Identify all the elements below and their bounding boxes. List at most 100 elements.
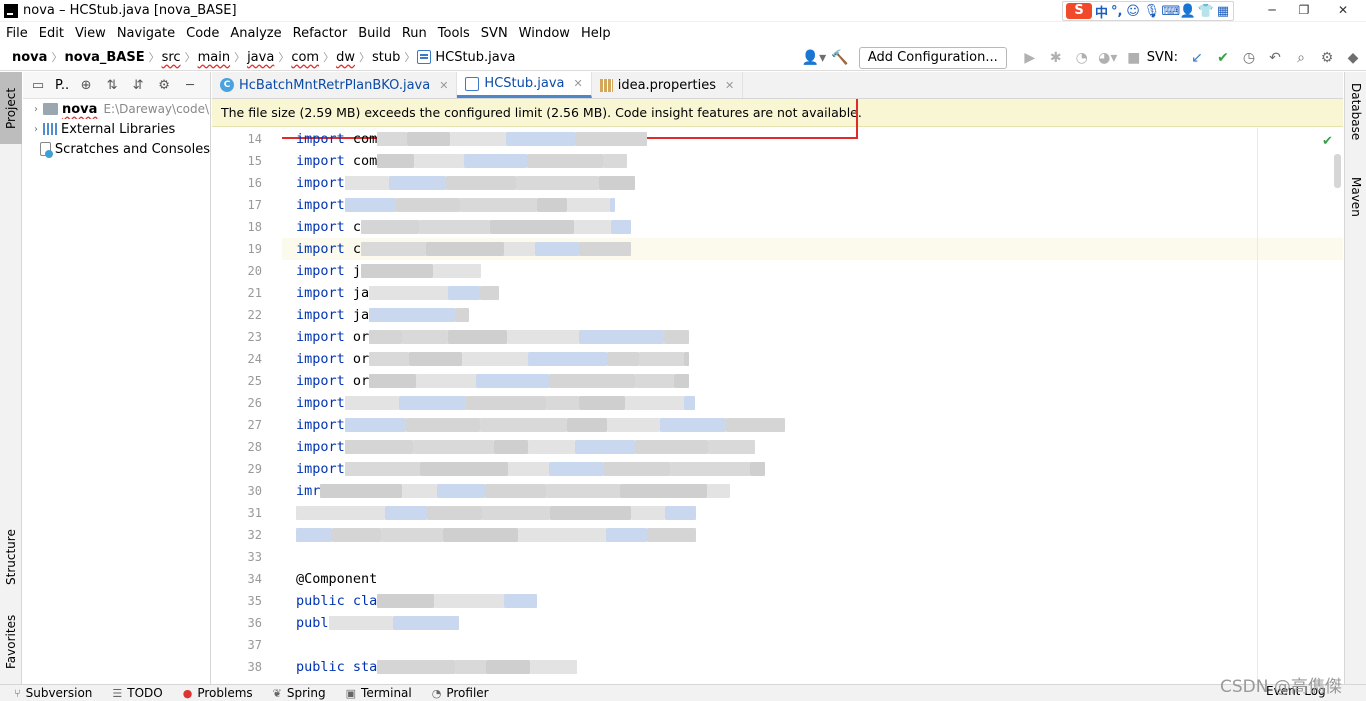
breadcrumb-java[interactable]: java (247, 50, 274, 65)
code-line[interactable]: import (282, 414, 1343, 436)
menu-svn[interactable]: SVN (475, 26, 513, 41)
ime-toolbar[interactable]: S 中 °, ☺ 🎙 ⌨ 👤 👕 ▦ (1062, 1, 1235, 21)
favorites-tool-tab[interactable]: Favorites (0, 602, 22, 682)
user-icon[interactable]: 👤 (1179, 4, 1195, 19)
locate-icon[interactable]: ⊕ (77, 78, 95, 93)
code-line[interactable]: import (282, 436, 1343, 458)
code-line[interactable]: import or (282, 348, 1343, 370)
project-view-icon[interactable]: ▭ (29, 78, 47, 93)
hide-icon[interactable]: ─ (181, 78, 199, 93)
tree-item-external-libraries[interactable]: › External Libraries (23, 119, 210, 139)
breadcrumb-nova[interactable]: nova (12, 50, 47, 65)
structure-tool-tab[interactable]: Structure (0, 517, 22, 597)
menu-tools[interactable]: Tools (432, 26, 475, 41)
code-line[interactable]: public sta (282, 656, 1343, 678)
user-dropdown-icon[interactable]: 👤▾ (801, 50, 827, 66)
code-editor[interactable]: The file size (2.59 MB) exceeds the conf… (212, 99, 1343, 684)
code-line[interactable]: import ja (282, 282, 1343, 304)
shirt-icon[interactable]: 👕 (1197, 4, 1213, 19)
profiler-tool-button[interactable]: ◔ Profiler (432, 686, 489, 700)
code-line[interactable]: import ja (282, 304, 1343, 326)
tab-idea-properties[interactable]: idea.properties ✕ (592, 72, 744, 98)
sogou-logo-icon[interactable]: S (1066, 3, 1092, 19)
subversion-tool-button[interactable]: ⑂ Subversion (14, 686, 92, 700)
code-line[interactable]: import or (282, 370, 1343, 392)
menu-edit[interactable]: Edit (33, 26, 69, 41)
minimize-button[interactable]: ─ (1256, 0, 1288, 20)
database-tool-tab[interactable]: Database (1345, 72, 1366, 152)
code-line[interactable]: import c (282, 216, 1343, 238)
history-icon[interactable]: ◷ (1236, 50, 1262, 66)
menu-code[interactable]: Code (180, 26, 224, 41)
code-line[interactable]: import com (282, 150, 1343, 172)
debug-icon[interactable]: ✱ (1043, 50, 1069, 66)
menu-window[interactable]: Window (513, 26, 575, 41)
close-icon[interactable]: ✕ (725, 79, 734, 92)
grid-icon[interactable]: ▦ (1215, 4, 1230, 19)
breadcrumb-stub[interactable]: stub (372, 50, 400, 65)
close-icon[interactable]: ✕ (574, 77, 583, 90)
add-configuration-button[interactable]: Add Configuration... (858, 46, 1007, 69)
tab-hcbatchmntretrplanbko[interactable]: C HcBatchMntRetrPlanBKO.java ✕ (212, 72, 458, 98)
gear-icon[interactable]: ⚙ (1314, 50, 1340, 66)
maximize-button[interactable]: ❐ (1288, 0, 1320, 20)
code-line[interactable] (282, 546, 1343, 568)
code-line[interactable]: import com (282, 128, 1343, 150)
code-line[interactable]: import (282, 392, 1343, 414)
menu-file[interactable]: File (0, 26, 33, 41)
menu-analyze[interactable]: Analyze (224, 26, 286, 41)
run-icon[interactable]: ▶ (1017, 50, 1043, 66)
ide-logo-icon[interactable]: ◆ (1340, 50, 1366, 66)
code-line[interactable]: public cla (282, 590, 1343, 612)
expand-all-icon[interactable]: ⇅ (103, 78, 121, 93)
problems-tool-button[interactable]: ● Problems (183, 686, 253, 700)
vertical-scrollbar[interactable] (1334, 154, 1341, 188)
terminal-tool-button[interactable]: ▣ Terminal (346, 686, 412, 700)
code-line[interactable] (282, 524, 1343, 546)
code-line[interactable]: import (282, 172, 1343, 194)
close-button[interactable]: ✕ (1320, 0, 1366, 20)
maven-tool-tab[interactable]: Maven (1345, 162, 1366, 232)
spring-tool-button[interactable]: ❦ Spring (273, 686, 326, 700)
svn-update-icon[interactable]: ↙ (1184, 50, 1210, 66)
menu-run[interactable]: Run (396, 26, 432, 41)
chevron-right-icon[interactable]: › (29, 124, 43, 135)
code-line[interactable]: publ (282, 612, 1343, 634)
code-area[interactable]: import com import com import import import c… (282, 128, 1343, 684)
close-icon[interactable]: ✕ (439, 79, 448, 92)
breadcrumb-main[interactable]: main (198, 50, 230, 65)
menu-refactor[interactable]: Refactor (287, 26, 353, 41)
breadcrumb-com[interactable]: com (291, 50, 319, 65)
svn-commit-icon[interactable]: ✔ (1210, 50, 1236, 66)
menu-build[interactable]: Build (352, 26, 396, 41)
emoji-icon[interactable]: ☺ (1125, 4, 1140, 19)
ime-punct[interactable]: °, (1111, 4, 1122, 19)
code-line[interactable]: import (282, 458, 1343, 480)
build-hammer-icon[interactable]: 🔨 (827, 50, 853, 66)
gear-icon[interactable]: ⚙ (155, 78, 173, 93)
ime-mode[interactable]: 中 (1095, 2, 1108, 21)
code-line[interactable]: @Component (282, 568, 1343, 590)
code-line[interactable]: import j (282, 260, 1343, 282)
todo-tool-button[interactable]: ☰ TODO (112, 686, 162, 700)
mic-icon[interactable]: 🎙 (1143, 4, 1160, 19)
menu-navigate[interactable]: Navigate (111, 26, 180, 41)
breadcrumb-src[interactable]: src (162, 50, 181, 65)
code-line[interactable] (282, 634, 1343, 656)
profile-icon[interactable]: ◕▾ (1095, 50, 1121, 66)
code-line[interactable]: import (282, 194, 1343, 216)
breadcrumb-dw[interactable]: dw (336, 50, 355, 65)
breadcrumb-file[interactable]: HCStub.java (435, 50, 515, 65)
tab-hcstub[interactable]: HCStub.java ✕ (457, 72, 592, 98)
stop-icon[interactable]: ■ (1121, 50, 1147, 66)
chevron-right-icon[interactable]: › (29, 104, 43, 115)
code-line[interactable]: import or (282, 326, 1343, 348)
code-line[interactable] (282, 502, 1343, 524)
coverage-icon[interactable]: ◔ (1069, 50, 1095, 66)
project-tool-tab[interactable]: Project (0, 72, 22, 144)
project-view-title[interactable]: P.. (55, 78, 69, 93)
keyboard-icon[interactable]: ⌨ (1161, 4, 1180, 19)
rollback-icon[interactable]: ↶ (1262, 50, 1288, 66)
code-line[interactable]: imr (282, 480, 1343, 502)
search-icon[interactable]: ⌕ (1288, 50, 1314, 66)
